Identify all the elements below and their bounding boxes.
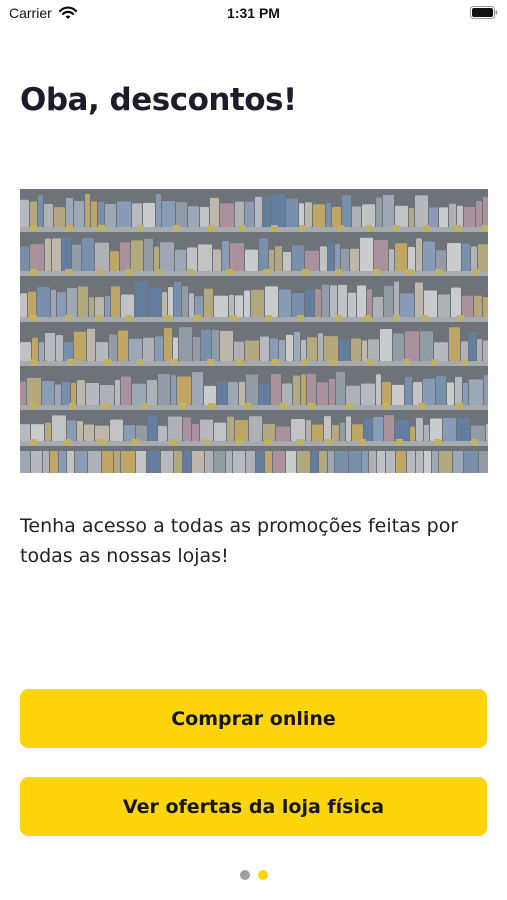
page-dot-active xyxy=(257,870,268,880)
status-bar: Carrier 1:31 PM xyxy=(0,0,507,30)
status-time: 1:31 PM xyxy=(227,5,280,21)
page-dot xyxy=(239,870,250,880)
store-offers-button[interactable]: Ver ofertas da loja física xyxy=(20,777,487,836)
supermarket-shelves-image xyxy=(20,189,488,473)
buy-online-button[interactable]: Comprar online xyxy=(20,689,487,748)
page-indicator xyxy=(0,870,507,880)
page-title: Oba, descontos! xyxy=(20,82,297,118)
onboarding-description: Tenha acesso a todas as promoções feitas… xyxy=(20,515,459,567)
battery-icon xyxy=(470,6,498,19)
